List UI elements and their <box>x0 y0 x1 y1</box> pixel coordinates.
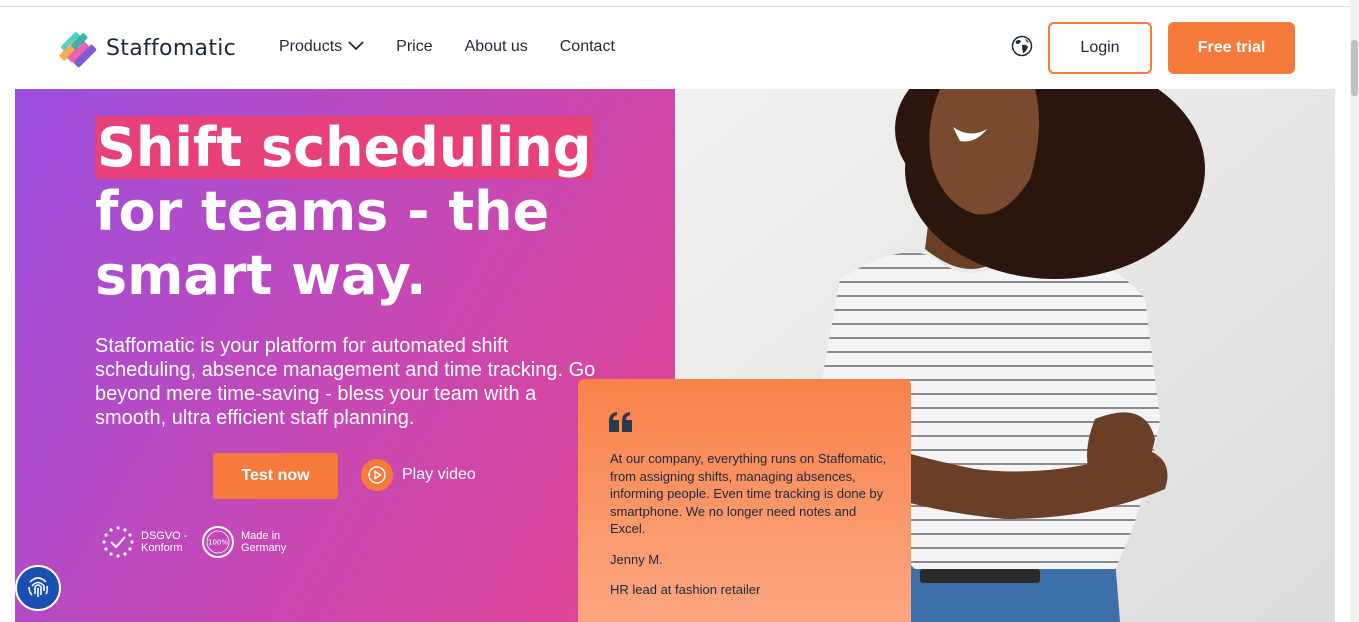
play-icon <box>361 459 393 491</box>
logo-text: Staffomatic <box>106 35 237 61</box>
badge-line-2: Konform <box>141 542 183 554</box>
globe-icon[interactable] <box>1011 35 1033 57</box>
page: Staffomatic Products Price About us Cont… <box>0 0 1359 622</box>
headline-highlight: Shift scheduling <box>95 116 594 179</box>
badge-line-1: DSGVO - <box>141 530 188 542</box>
headline-line-2: for teams - the <box>95 180 550 243</box>
nav-item-price[interactable]: Price <box>396 38 432 56</box>
headline-line-3: smart way. <box>95 244 427 307</box>
quote-icon <box>608 411 634 438</box>
chevron-down-icon <box>348 38 364 56</box>
nav-item-products[interactable]: Products <box>279 38 364 56</box>
play-video-label: Play video <box>402 466 476 483</box>
gdpr-badge: DSGVO - Konform <box>101 525 187 559</box>
gdpr-badge-text: DSGVO - Konform <box>141 530 187 554</box>
badge-line-2: Germany <box>241 542 287 554</box>
testimonial-author: Jenny M. <box>610 552 663 567</box>
made-in-germany-badge: 100% Made in Germany <box>201 525 286 559</box>
logo[interactable]: Staffomatic <box>54 24 236 72</box>
eu-stars-check-icon <box>101 525 135 559</box>
badge-line-1: Made in <box>241 530 281 542</box>
staffomatic-logo-icon <box>54 24 102 72</box>
site-header: Staffomatic Products Price About us Cont… <box>0 7 1350 89</box>
testimonial-text: At our company, everything runs on Staff… <box>610 451 887 536</box>
made-in-germany-text: Made in Germany <box>241 530 286 554</box>
testimonial-card: At our company, everything runs on Staff… <box>578 379 911 622</box>
nav-item-contact[interactable]: Contact <box>560 38 615 56</box>
main-nav: Products Price About us Contact <box>279 38 647 56</box>
nav-item-label: Products <box>279 38 343 55</box>
seal-text: 100% <box>208 539 228 547</box>
fingerprint-widget-button[interactable] <box>15 565 61 611</box>
hero-subtitle: Staffomatic is your platform for automat… <box>95 335 596 429</box>
nav-item-label: Contact <box>559 38 615 55</box>
free-trial-button[interactable]: Free trial <box>1168 22 1295 74</box>
nav-item-about-us[interactable]: About us <box>465 38 528 56</box>
seal-icon: 100% <box>201 525 235 559</box>
nav-item-label: Price <box>396 38 433 55</box>
testimonial-role: HR lead at fashion retailer <box>610 582 761 597</box>
play-video-button[interactable]: Play video <box>361 459 476 491</box>
login-button[interactable]: Login <box>1048 22 1152 74</box>
test-now-button[interactable]: Test now <box>213 453 338 499</box>
scrollbar-thumb[interactable] <box>1351 40 1358 96</box>
nav-item-label: About us <box>464 38 528 55</box>
fingerprint-icon <box>24 572 52 605</box>
hero-headline: Shift scheduling for teams - the smart w… <box>95 116 594 308</box>
